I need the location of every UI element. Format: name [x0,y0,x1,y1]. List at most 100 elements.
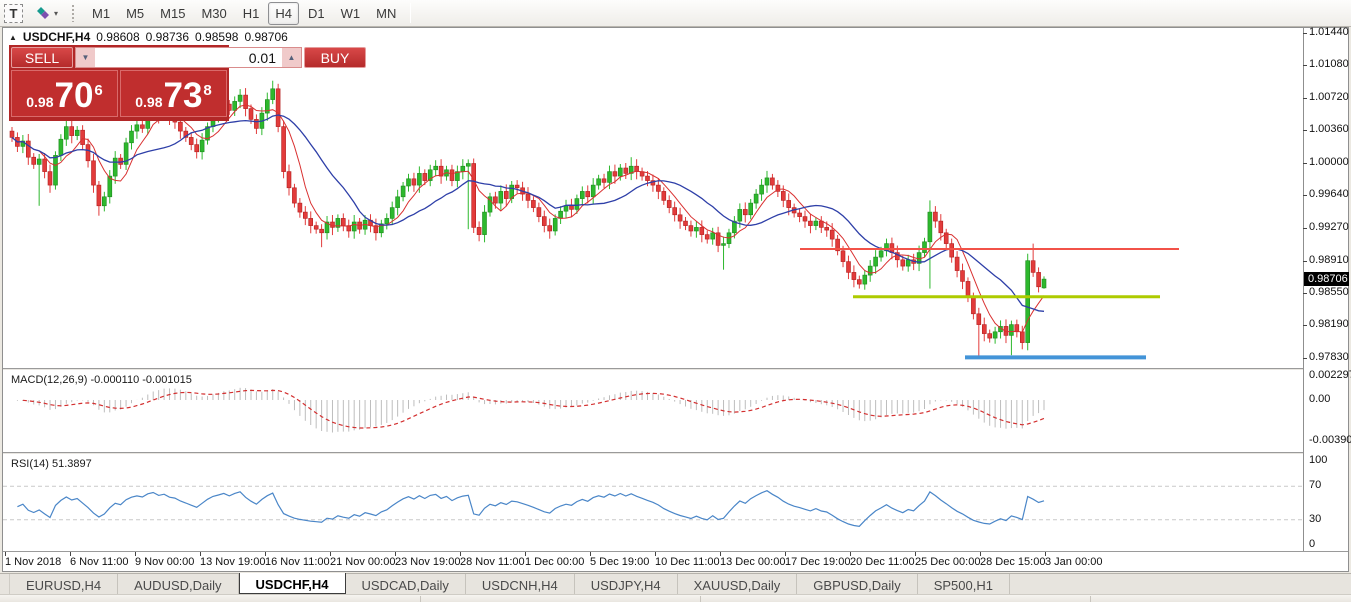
date-axis-label: 5 Dec 19:00 [590,556,649,568]
price-tick [1303,195,1307,196]
tab-gbpusd-daily[interactable]: GBPUSD,Daily [797,574,917,594]
price-axis-label: 0.99640 [1309,188,1349,200]
rsi-axis-label: 100 [1309,454,1327,466]
timeframe-button-mn[interactable]: MN [369,2,403,25]
volume-increase-button[interactable]: ▲ [282,48,301,67]
date-axis-label: 13 Nov 19:00 [200,556,265,568]
tab-usdcnh-h4[interactable]: USDCNH,H4 [466,574,575,594]
price-tick [1303,98,1307,99]
macd-pane[interactable] [3,371,1303,452]
price-tick [1303,261,1307,262]
price-tick [1303,325,1307,326]
timeframe-button-w1[interactable]: W1 [334,2,368,25]
price-axis-label: 1.01440 [1309,26,1349,38]
macd-axis-label: -0.003904 [1309,434,1351,446]
sell-price-display[interactable]: 0.98 70 6 [11,70,118,117]
price-axis[interactable]: 1.014401.010801.007201.003601.000000.996… [1303,28,1348,551]
date-axis-label: 16 Nov 11:00 [265,556,330,568]
timeframe-button-m30[interactable]: M30 [194,2,233,25]
buy-price-pip: 8 [203,71,211,111]
date-axis[interactable]: 1 Nov 2018 6 Nov 11:00 9 Nov 00:00 13 Nov 1… [3,551,1348,571]
date-axis-label: 10 Dec 11:00 [655,556,720,568]
sell-button[interactable]: SELL [11,47,73,68]
price-tick [1303,130,1307,131]
tabbar-left-pad [0,574,10,594]
chart-title: ▲ USDCHF,H4 0.98608 0.98736 0.98598 0.98… [9,30,288,44]
panel-toggle-icon[interactable]: ▲ [9,33,17,42]
volume-input[interactable] [95,48,282,67]
rsi-axis-label: 30 [1309,513,1321,525]
price-tick [1303,65,1307,66]
buy-price-base: 0.98 [135,92,162,112]
indicators-button[interactable]: ▾ [32,3,61,23]
date-axis-label: 9 Nov 00:00 [135,556,194,568]
macd-label: MACD(12,26,9) -0.000110 -0.001015 [11,374,192,386]
rsi-pane[interactable] [3,455,1303,551]
one-click-trading-panel: SELL ▼ ▲ BUY 0.98 70 6 0.98 73 8 [9,45,229,121]
timeframe-button-m1[interactable]: M1 [85,2,117,25]
date-axis-label: 21 Nov 00:00 [330,556,395,568]
macd-values: -0.000110 -0.001015 [90,374,191,386]
price-axis-label: 1.00000 [1309,156,1349,168]
price-axis-label: 0.97830 [1309,351,1349,363]
sell-price-base: 0.98 [26,92,53,112]
date-axis-label: 23 Nov 19:00 [395,556,460,568]
date-axis-label: 1 Dec 00:00 [525,556,584,568]
buy-price-main: 73 [163,79,202,112]
timeframe-bar: M1M5M15M30H1H4D1W1MN [84,2,404,25]
tab-audusd-daily[interactable]: AUDUSD,Daily [118,574,238,594]
volume-spinner: ▼ ▲ [75,47,302,68]
tab-usdcad-daily[interactable]: USDCAD,Daily [346,574,466,594]
date-axis-label: 28 Nov 11:00 [460,556,525,568]
price-axis-label: 1.00360 [1309,123,1349,135]
toolbar-drag-handle[interactable] [71,4,76,22]
quote-open: 0.98608 [96,30,139,44]
price-axis-label: 1.01080 [1309,58,1349,70]
date-axis-label: 6 Nov 11:00 [70,556,129,568]
price-tick [1303,163,1307,164]
date-axis-label: 25 Dec 00:00 [915,556,980,568]
date-axis-label: 20 Dec 11:00 [850,556,915,568]
volume-decrease-button[interactable]: ▼ [76,48,95,67]
date-axis-label: 17 Dec 19:00 [785,556,850,568]
rsi-axis-label: 0 [1309,538,1315,550]
price-tick [1303,228,1307,229]
price-axis-label: 0.98910 [1309,254,1349,266]
tab-xauusd-daily[interactable]: XAUUSD,Daily [678,574,798,594]
tab-eurusd-h4[interactable]: EURUSD,H4 [10,574,118,594]
status-bar [0,594,1351,602]
statusbar-divider [1090,596,1091,602]
sell-price-main: 70 [54,79,93,112]
price-tick [1303,358,1307,359]
text-tool-button[interactable]: T [4,4,23,23]
timeframe-button-d1[interactable]: D1 [301,2,332,25]
rsi-value: 51.3897 [52,458,92,470]
toolbar-separator [410,3,411,23]
statusbar-divider [420,596,421,602]
statusbar-divider [700,596,701,602]
quote-high: 0.98736 [146,30,189,44]
timeframe-button-h1[interactable]: H1 [236,2,267,25]
timeframe-button-m5[interactable]: M5 [119,2,151,25]
date-axis-label: 28 Dec 15:00 [980,556,1045,568]
timeframe-button-h4[interactable]: H4 [268,2,299,25]
chart-window: ▲ USDCHF,H4 0.98608 0.98736 0.98598 0.98… [2,27,1349,572]
tab-usdjpy-h4[interactable]: USDJPY,H4 [575,574,678,594]
rsi-label: RSI(14) 51.3897 [11,458,92,470]
macd-axis-label: 0.00 [1309,393,1330,405]
timeframe-button-m15[interactable]: M15 [153,2,192,25]
date-axis-label: 13 Dec 00:00 [720,556,785,568]
price-axis-label: 0.98550 [1309,286,1349,298]
macd-axis-label: 0.002297 [1309,369,1351,381]
buy-price-display[interactable]: 0.98 73 8 [120,70,227,117]
chart-symbol-period: USDCHF,H4 [23,30,90,44]
rsi-axis-label: 70 [1309,479,1321,491]
tab-usdchf-h4[interactable]: USDCHF,H4 [239,573,346,594]
quote-close: 0.98706 [244,30,287,44]
price-axis-label: 0.98190 [1309,318,1349,330]
price-tick [1303,293,1307,294]
current-price-marker: 0.98706 [1304,272,1349,286]
tab-sp500-h1[interactable]: SP500,H1 [918,574,1010,594]
buy-button[interactable]: BUY [304,47,366,68]
date-axis-label: 1 Nov 2018 [5,556,61,568]
